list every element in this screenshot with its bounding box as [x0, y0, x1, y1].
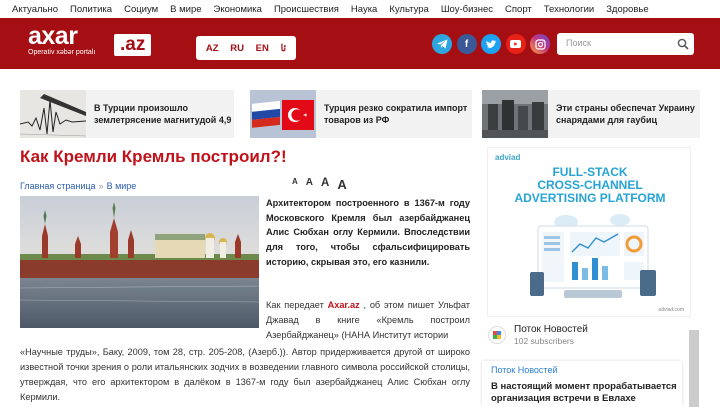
- site-header: axar .az Operativ xəbər portalı AZ RU EN…: [0, 18, 720, 69]
- article-source-paragraph: Как передает Axar.az , об этом пишет Уль…: [266, 298, 470, 343]
- article-body: «Научные труды», Баку, 2009, том 28, стр…: [20, 347, 470, 402]
- source-link[interactable]: Axar.az: [328, 300, 360, 310]
- font-size-xlarge-button[interactable]: A: [337, 177, 346, 192]
- teaser-thumbnail-artillery: [482, 90, 548, 138]
- teaser-thumbnail-flags: [250, 90, 316, 138]
- font-size-small-button[interactable]: A: [292, 177, 298, 192]
- social-links: f: [432, 34, 555, 54]
- news-card[interactable]: Поток Новостей В настоящий момент прораб…: [482, 361, 682, 407]
- lang-arabic[interactable]: ئا: [281, 43, 287, 54]
- nav-item-incidents[interactable]: Происшествия: [274, 4, 339, 15]
- teaser-title: В Турции произошло землетрясение магниту…: [94, 103, 232, 125]
- nav-item-actual[interactable]: Актуально: [12, 4, 58, 15]
- breadcrumb: Главная страница» В мире: [20, 181, 136, 191]
- article-photo-kremlin: [19, 196, 260, 328]
- nav-item-economy[interactable]: Экономика: [214, 4, 262, 15]
- nav-item-sport[interactable]: Спорт: [505, 4, 532, 15]
- font-size-controls: A A A A: [292, 177, 355, 192]
- nav-item-showbiz[interactable]: Шоу-бизнес: [441, 4, 493, 15]
- ad-footer: adviad.com: [658, 307, 684, 313]
- teaser-card[interactable]: Эти страны обеспечат Украину снарядами д…: [482, 90, 700, 138]
- ad-title-line: ADVERTISING PLATFORM: [514, 191, 666, 205]
- teaser-card[interactable]: Турция резко сократила импорт товаров из…: [250, 90, 472, 138]
- nav-item-science[interactable]: Наука: [351, 4, 377, 15]
- telegram-icon[interactable]: [432, 34, 452, 54]
- teaser-title: Эти страны обеспечат Украину снарядами д…: [556, 103, 695, 125]
- channel-avatar-icon: [488, 326, 506, 344]
- channel-name: Поток Новостей: [514, 324, 588, 335]
- nav-item-culture[interactable]: Культура: [389, 4, 429, 15]
- breadcrumb-home[interactable]: Главная страница: [20, 181, 96, 191]
- language-switcher: AZ RU EN ئا: [196, 36, 296, 60]
- logo-wordmark: axar: [28, 22, 78, 50]
- nav-item-society[interactable]: Социум: [124, 4, 158, 15]
- lang-ru[interactable]: RU: [230, 43, 244, 54]
- article-title: Как Кремли Кремль построил?!: [20, 147, 287, 166]
- teaser-row: В Турции произошло землетрясение магниту…: [19, 90, 700, 138]
- lang-en[interactable]: EN: [256, 43, 269, 54]
- search-icon[interactable]: [677, 38, 689, 50]
- lang-az[interactable]: AZ: [206, 43, 219, 54]
- search-input[interactable]: Поиск: [557, 33, 694, 55]
- youtube-icon[interactable]: [505, 34, 526, 54]
- top-nav: Актуально Политика Социум В мире Экономи…: [0, 0, 720, 18]
- instagram-icon[interactable]: [530, 34, 550, 54]
- ad-title: FULL-STACK CROSS-CHANNEL ADVERTISING PLA…: [488, 166, 692, 205]
- ad-logo: adviad: [495, 153, 521, 162]
- news-feed-widget: Поток Новостей 102 subscribers Поток Нов…: [480, 318, 700, 407]
- ad-banner[interactable]: adviad FULL-STACK CROSS-CHANNEL ADVERTIS…: [487, 147, 691, 317]
- article-lead: Архитектором построенного в 1367-м году …: [266, 198, 470, 267]
- teaser-card[interactable]: В Турции произошло землетрясение магниту…: [19, 90, 234, 138]
- logo-tld: .az: [114, 34, 152, 56]
- subscriber-count: 102 subscribers: [514, 336, 575, 346]
- ad-dashboard-illustration: [530, 214, 656, 298]
- search-placeholder: Поиск: [566, 38, 591, 48]
- nav-item-world[interactable]: В мире: [170, 4, 201, 15]
- font-size-large-button[interactable]: A: [321, 177, 329, 192]
- site-logo[interactable]: axar .az Operativ xəbər portalı: [28, 22, 152, 56]
- teaser-thumbnail-seismograph: [19, 90, 87, 138]
- nav-item-tech[interactable]: Технологии: [544, 4, 594, 15]
- facebook-icon[interactable]: f: [456, 34, 477, 54]
- nav-item-politics[interactable]: Политика: [70, 4, 112, 15]
- news-feed-header[interactable]: Поток Новостей 102 subscribers: [480, 318, 700, 352]
- breadcrumb-category[interactable]: В мире: [107, 181, 137, 191]
- twitter-icon[interactable]: [481, 34, 501, 54]
- news-card-text: В настоящий момент прорабатывается орган…: [491, 381, 677, 404]
- source-prefix: Как передает: [266, 300, 324, 310]
- teaser-title: Турция резко сократила импорт товаров из…: [324, 103, 468, 125]
- font-size-medium-button[interactable]: A: [306, 177, 313, 192]
- nav-item-health[interactable]: Здоровье: [606, 4, 648, 15]
- breadcrumb-separator: »: [98, 181, 104, 191]
- logo-tagline: Operativ xəbər portalı: [28, 49, 96, 56]
- news-feed-scrollbar[interactable]: [689, 330, 699, 407]
- news-card-channel: Поток Новостей: [491, 365, 558, 375]
